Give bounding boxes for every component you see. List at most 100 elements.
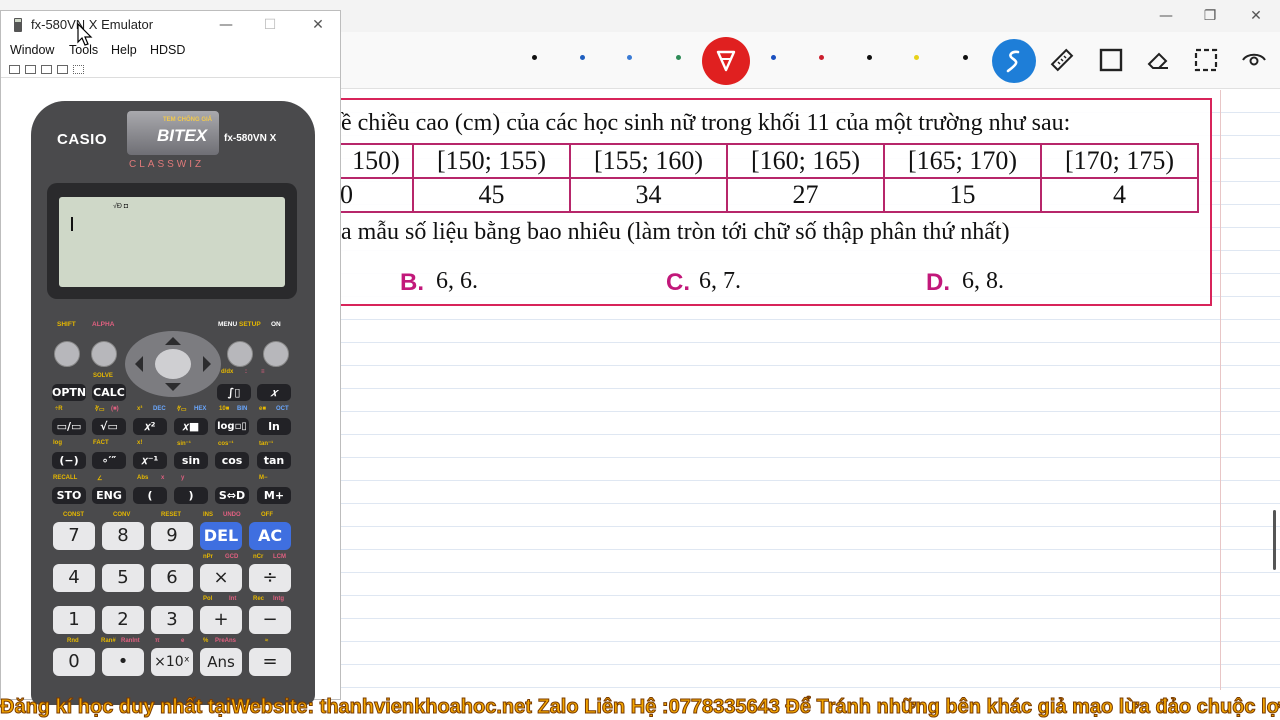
scrollbar-thumb[interactable] (1273, 510, 1276, 570)
key-9[interactable]: 9 (151, 522, 193, 550)
shift-key[interactable] (54, 341, 80, 367)
table-cell: 15 (883, 177, 1042, 213)
emulator-titlebar[interactable]: fx-580VN X Emulator — ☐ ✕ (1, 11, 340, 39)
toolbar-icon[interactable] (9, 65, 20, 74)
ans-key[interactable]: Ans (200, 648, 242, 676)
alpha-key[interactable] (91, 341, 117, 367)
plus-key[interactable]: + (200, 606, 242, 634)
lasso-tool-button[interactable] (992, 39, 1036, 83)
view-tool-button[interactable] (1234, 40, 1274, 80)
rectangle-icon (1099, 48, 1123, 72)
key-3[interactable]: 3 (151, 606, 193, 634)
cos-key[interactable]: cos (215, 452, 249, 469)
table-cell: 27 (726, 177, 885, 213)
ac-key[interactable]: AC (249, 522, 291, 550)
key-secondary-label: log (53, 440, 62, 446)
menu-window[interactable]: Window (10, 43, 54, 57)
key-secondary-label: LCM (273, 554, 286, 560)
del-key[interactable]: DEL (200, 522, 242, 550)
arrow-up-icon[interactable] (165, 337, 181, 345)
sto-key[interactable]: STO (52, 487, 86, 504)
emulator-maximize-button[interactable]: ☐ (259, 15, 281, 35)
close-paren-key[interactable]: ) (174, 487, 208, 504)
color-dot-blue[interactable] (580, 55, 585, 60)
sin-key[interactable]: sin (174, 452, 208, 469)
integral-key[interactable]: ∫▯ (217, 384, 251, 401)
key-5[interactable]: 5 (102, 564, 144, 592)
multiply-key[interactable]: × (200, 564, 242, 592)
minus-key[interactable]: − (249, 606, 291, 634)
m-plus-key[interactable]: M+ (257, 487, 291, 504)
color-dot-black-2[interactable] (867, 55, 872, 60)
open-paren-key[interactable]: ( (133, 487, 167, 504)
degree-key[interactable]: ∘′″ (92, 452, 126, 469)
maximize-button[interactable]: ❐ (1199, 6, 1221, 26)
minimize-button[interactable]: — (1155, 6, 1177, 26)
decimal-point-key[interactable]: • (102, 648, 144, 676)
emulator-close-button[interactable]: ✕ (307, 15, 329, 35)
color-dot-yellow[interactable] (914, 55, 919, 60)
color-dot-red[interactable] (819, 55, 824, 60)
active-pen-button[interactable] (702, 37, 750, 85)
negative-key[interactable]: (−) (52, 452, 86, 469)
selection-tool-button[interactable] (1186, 40, 1226, 80)
menu-key[interactable] (227, 341, 253, 367)
calc-key[interactable]: CALC (92, 384, 126, 401)
tan-key[interactable]: tan (257, 452, 291, 469)
ln-key[interactable]: ln (257, 418, 291, 435)
key-secondary-label: UNDO (223, 512, 241, 518)
arrow-left-icon[interactable] (135, 356, 143, 372)
fraction-key[interactable]: ▭/▭ (52, 418, 86, 435)
key-secondary-label: tan⁻¹ (259, 441, 274, 447)
classwiz-label: CLASSWIZ (129, 159, 205, 170)
frequency-table: 150) [150; 155) [155; 160) [160; 165) [1… (340, 143, 1199, 213)
arrow-down-icon[interactable] (165, 383, 181, 391)
question-line-1: ề chiều cao (cm) của các học sinh nữ tro… (341, 110, 1071, 136)
eng-key[interactable]: ENG (92, 487, 126, 504)
close-button[interactable]: ✕ (1245, 6, 1267, 26)
menu-hdsd[interactable]: HDSD (150, 43, 185, 57)
log-key[interactable]: log▫▯ (215, 418, 249, 435)
direction-pad[interactable] (125, 331, 221, 397)
toolbar-icon[interactable] (73, 65, 84, 74)
exponent-key[interactable]: ×10ˣ (151, 648, 193, 676)
option-b-letter: B. (400, 269, 424, 296)
toolbar-icon[interactable] (57, 65, 68, 74)
key-0[interactable]: 0 (53, 648, 95, 676)
shift-label: SHIFT (57, 321, 76, 328)
color-dot-light-blue[interactable] (627, 55, 632, 60)
toolbar-icon[interactable] (25, 65, 36, 74)
color-dot-green[interactable] (676, 55, 681, 60)
table-cell: 150) (340, 143, 414, 179)
rectangle-tool-button[interactable] (1091, 40, 1131, 80)
key-6[interactable]: 6 (151, 564, 193, 592)
arrow-right-icon[interactable] (203, 356, 211, 372)
eraser-icon (1147, 52, 1168, 69)
emulator-minimize-button[interactable]: — (215, 15, 237, 35)
key-2[interactable]: 2 (102, 606, 144, 634)
square-key[interactable]: 𝑥² (133, 418, 167, 435)
power-key[interactable]: 𝑥■ (174, 418, 208, 435)
optn-key[interactable]: OPTN (52, 384, 86, 401)
key-8[interactable]: 8 (102, 522, 144, 550)
key-secondary-label: OCT (276, 406, 289, 412)
equals-key[interactable]: = (249, 648, 291, 676)
variable-x-key[interactable]: 𝑥 (257, 384, 291, 401)
key-4[interactable]: 4 (53, 564, 95, 592)
direction-pad-center[interactable] (155, 349, 191, 379)
key-7[interactable]: 7 (53, 522, 95, 550)
s-d-key[interactable]: S⇔D (215, 487, 249, 504)
toolbar-icon[interactable] (41, 65, 52, 74)
on-key[interactable] (263, 341, 289, 367)
eraser-tool-button[interactable] (1138, 40, 1178, 80)
sqrt-key[interactable]: √▭ (92, 418, 126, 435)
key-1[interactable]: 1 (53, 606, 95, 634)
question-line-2: a mẫu số liệu bằng bao nhiêu (làm tròn t… (341, 219, 1010, 245)
color-dot-navy[interactable] (771, 55, 776, 60)
color-dot-black[interactable] (532, 55, 537, 60)
color-dot-black-3[interactable] (963, 55, 968, 60)
ruler-tool-button[interactable] (1042, 40, 1082, 80)
menu-help[interactable]: Help (111, 43, 137, 57)
reciprocal-key[interactable]: 𝑥⁻¹ (133, 452, 167, 469)
divide-key[interactable]: ÷ (249, 564, 291, 592)
